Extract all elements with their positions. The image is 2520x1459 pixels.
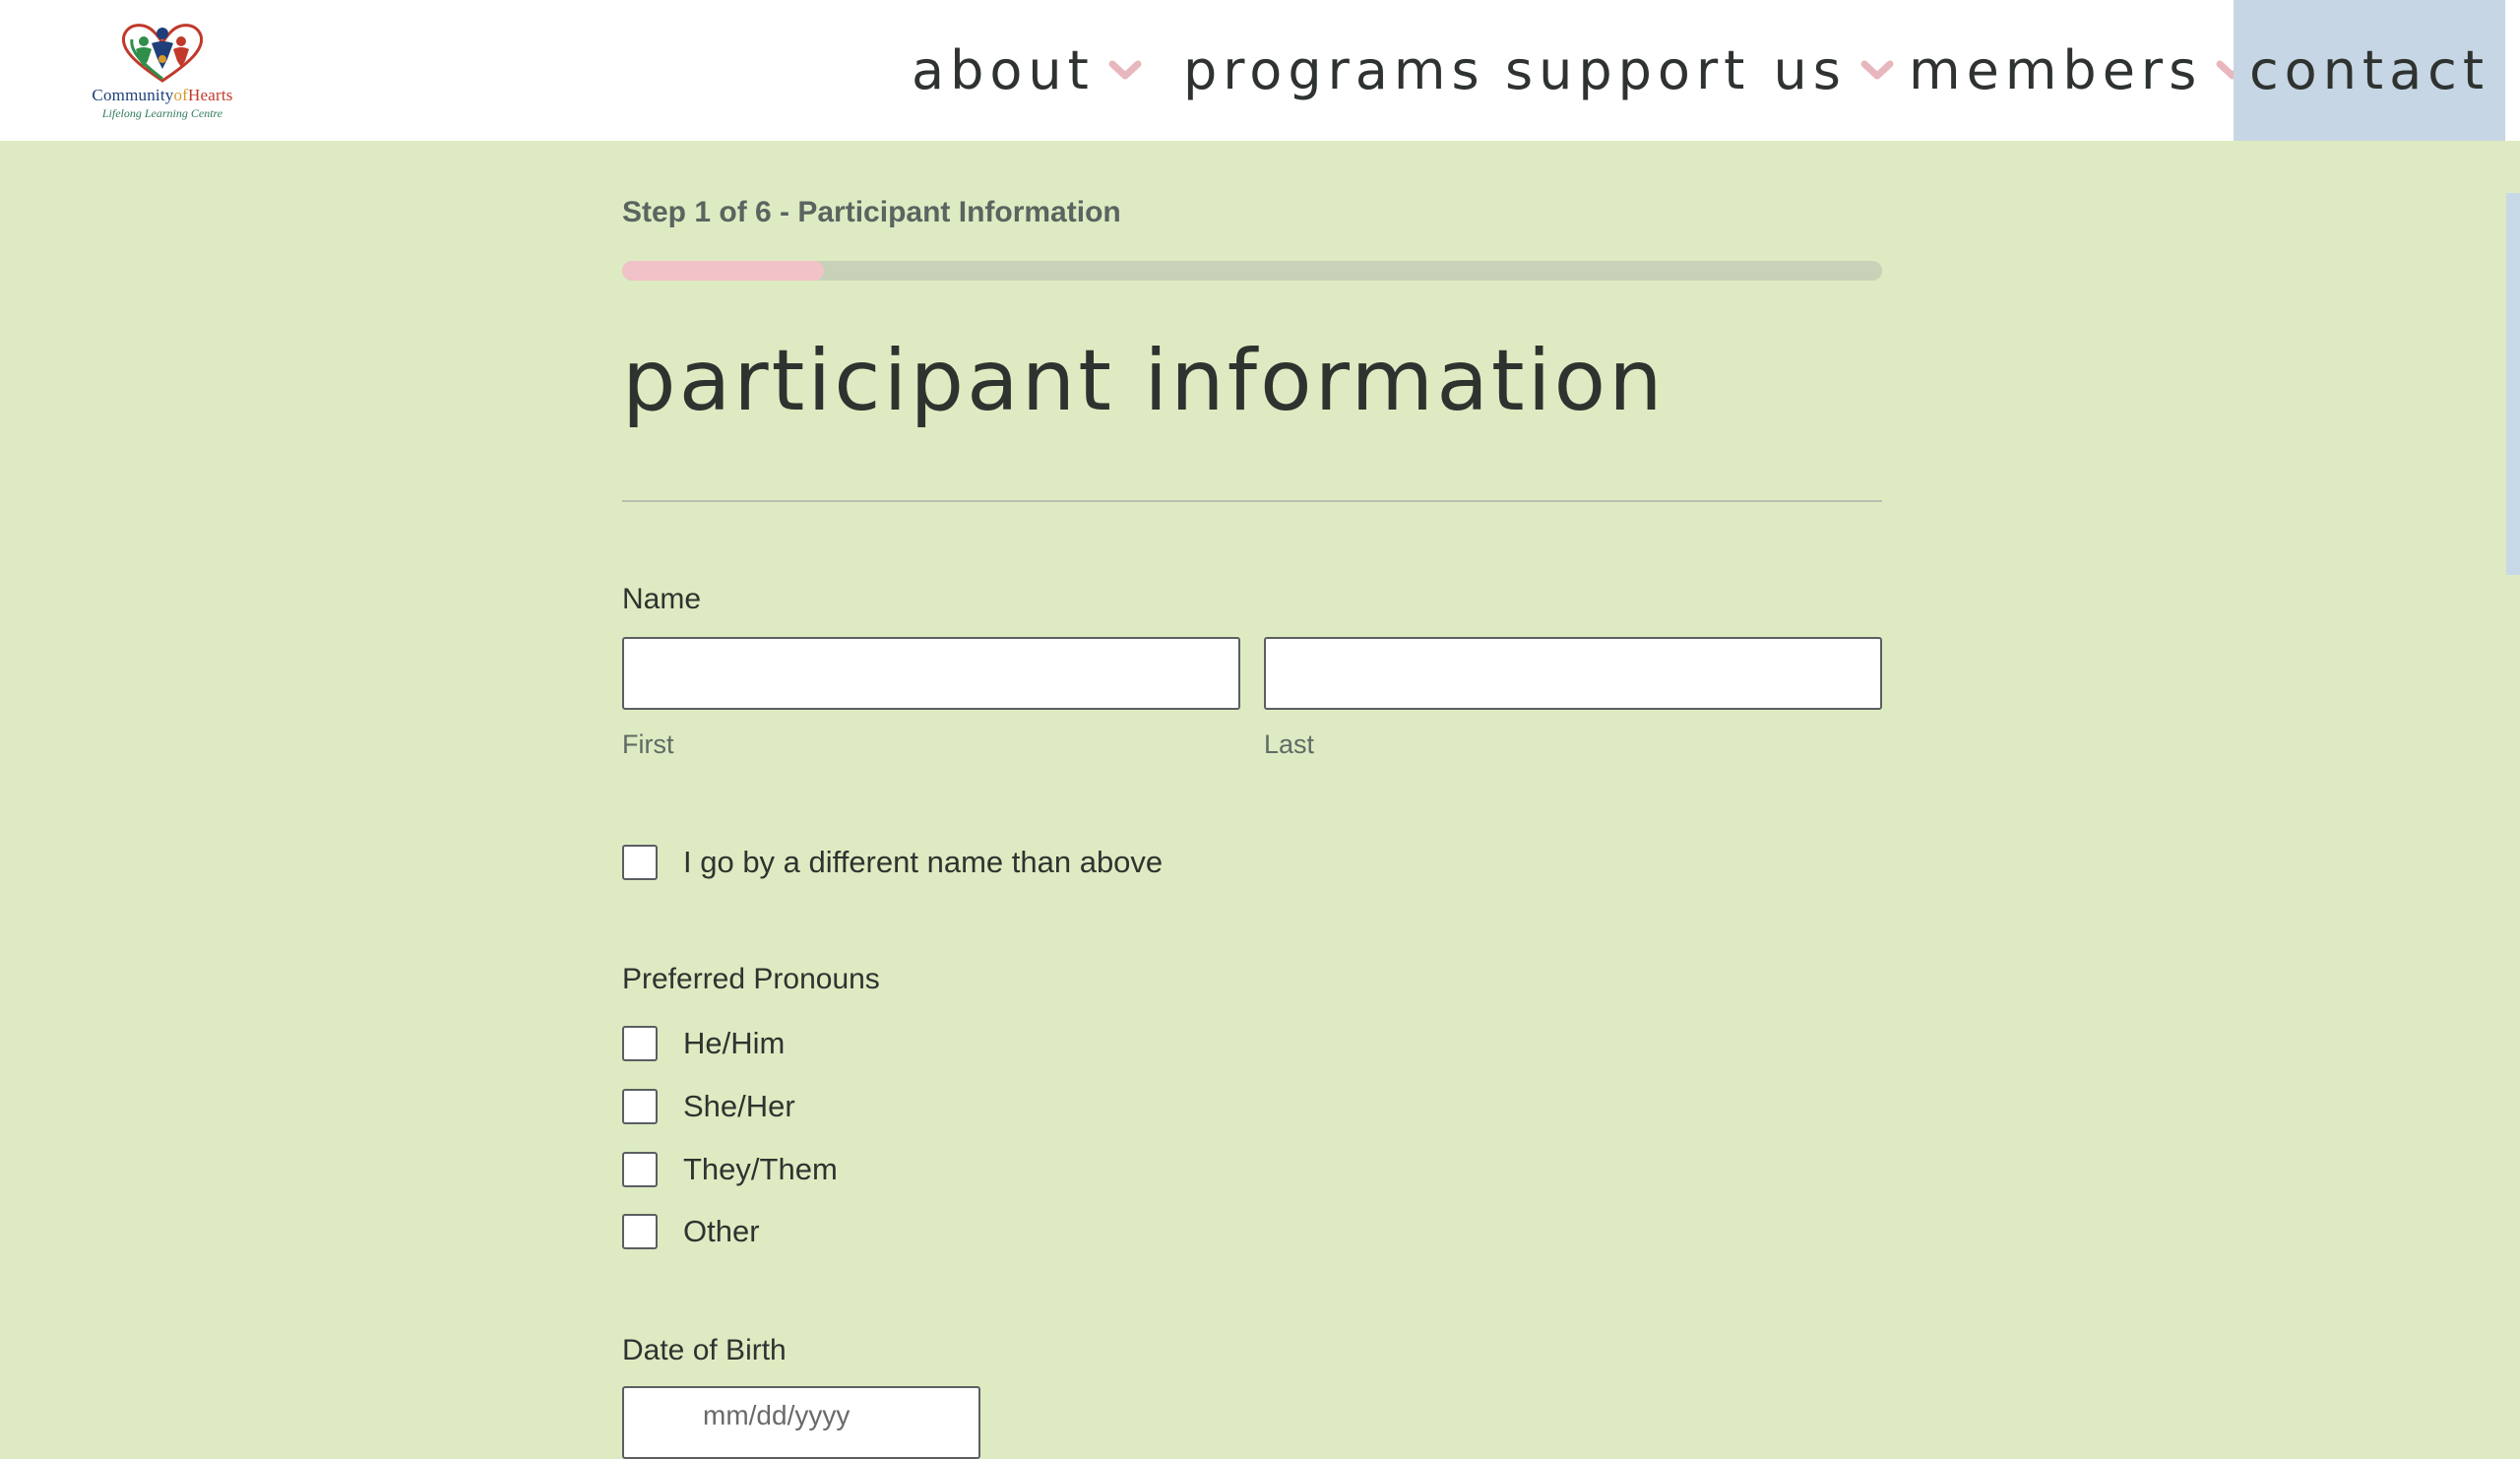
logo-tagline: Lifelong Learning Centre xyxy=(101,106,223,120)
different-name-checkbox[interactable] xyxy=(622,845,658,880)
hearts-people-logo-icon xyxy=(121,24,204,83)
top-navigation-bar: CommunityofHearts Lifelong Learning Cent… xyxy=(0,0,2520,141)
nav-programs-label: programs xyxy=(1183,39,1485,101)
nav-programs[interactable]: programs xyxy=(1183,0,1485,141)
chevron-down-icon xyxy=(1108,60,1142,82)
nav-members-label: members xyxy=(1909,39,2203,101)
name-label: Name xyxy=(622,583,702,615)
page-title: participant information xyxy=(622,332,1666,430)
first-name-input[interactable] xyxy=(622,637,1240,710)
dob-label: Date of Birth xyxy=(622,1334,787,1366)
pronoun-checkbox[interactable] xyxy=(622,1026,658,1061)
last-name-input[interactable] xyxy=(1264,637,1882,710)
pronoun-checkbox[interactable] xyxy=(622,1152,658,1187)
first-name-sublabel: First xyxy=(622,730,674,759)
pronouns-label: Preferred Pronouns xyxy=(622,963,880,995)
site-logo[interactable]: CommunityofHearts Lifelong Learning Cent… xyxy=(71,20,254,122)
different-name-checkbox-row[interactable]: I go by a different name than above xyxy=(622,845,1163,880)
logo-wordmark: CommunityofHearts xyxy=(92,86,233,104)
pronoun-option-label: She/Her xyxy=(683,1089,795,1123)
nav-contact-label: contact xyxy=(2248,39,2490,101)
progress-bar xyxy=(622,261,1882,281)
nav-about-label: about xyxy=(912,39,1095,101)
pronoun-option-they-them[interactable]: They/Them xyxy=(622,1152,838,1187)
nav-about[interactable]: about xyxy=(912,0,1142,141)
chevron-down-icon xyxy=(1860,60,1894,82)
different-name-label: I go by a different name than above xyxy=(683,845,1164,879)
nav-support-us-label: support us xyxy=(1505,39,1847,101)
last-name-sublabel: Last xyxy=(1264,730,1315,759)
date-of-birth-input[interactable]: mm/dd/yyyy xyxy=(622,1386,980,1459)
nav-support-us[interactable]: support us xyxy=(1505,0,1894,141)
pronoun-option-he-him[interactable]: He/Him xyxy=(622,1026,785,1061)
pronoun-checkbox[interactable] xyxy=(622,1089,658,1124)
pronoun-option-other[interactable]: Other xyxy=(622,1214,760,1249)
nav-contact[interactable]: contact xyxy=(2234,0,2505,141)
pronoun-option-she-her[interactable]: She/Her xyxy=(622,1089,795,1124)
step-indicator: Step 1 of 6 - Participant Information xyxy=(622,196,1121,228)
progress-bar-fill xyxy=(622,261,824,281)
pronoun-option-label: He/Him xyxy=(683,1026,786,1060)
pronoun-option-label: Other xyxy=(683,1214,760,1248)
nav-members[interactable]: members xyxy=(1909,0,2249,141)
title-divider xyxy=(622,500,1882,502)
scrollbar-thumb[interactable] xyxy=(2506,193,2520,575)
pronoun-checkbox[interactable] xyxy=(622,1214,658,1249)
pronoun-option-label: They/Them xyxy=(683,1152,838,1186)
